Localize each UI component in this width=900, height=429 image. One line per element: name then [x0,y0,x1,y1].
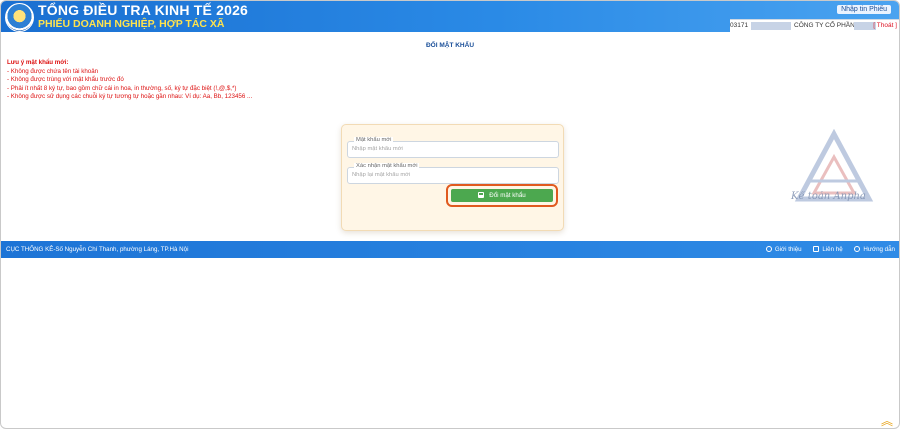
new-password-label: Mật khẩu mới [354,137,394,144]
logout-link[interactable]: [ Thoát ] [873,20,897,32]
change-password-button-label: Đổi mật khẩu [489,192,526,199]
footer-address: CỤC THỐNG KÊ-Số Nguyễn Chí Thanh, phường… [6,246,189,253]
company-name: CÔNG TY CỔ PHẦN [794,22,855,29]
app-window: TỔNG ĐIỀU TRA KINH TẾ 2026 PHIẾU DOANH N… [0,0,900,429]
confirm-password-field: Xác nhận mật khẩu mới [347,163,559,184]
change-password-button[interactable]: Đổi mật khẩu [451,189,553,202]
help-icon [854,246,861,252]
password-rule-item: - Không được sử dụng các chuỗi ký tự tươ… [7,93,253,101]
password-rules: Lưu ý mật khẩu mới: - Không được chứa tê… [7,59,252,102]
new-password-field: Mật khẩu mới [347,137,559,158]
submit-highlight: Đổi mật khẩu [446,184,558,207]
confirm-password-input[interactable] [352,171,548,179]
enter-form-link[interactable]: Nhập tin Phiếu [837,5,891,14]
app-header: TỔNG ĐIỀU TRA KINH TẾ 2026 PHIẾU DOANH N… [1,1,899,32]
password-rule-item: - Phải ít nhất 8 ký tự, bao gồm chữ cái … [7,84,237,92]
census-logo-icon [5,3,34,32]
save-icon [478,192,485,198]
footer-link-guide[interactable]: Hướng dẫn [854,246,895,253]
password-rule-item: - Không được trùng với mật khẩu trước đó [7,76,124,84]
app-footer: CỤC THỐNG KÊ-Số Nguyễn Chí Thanh, phường… [1,241,899,258]
footer-link-contact[interactable]: Liên hệ [813,246,843,253]
footer-link-about-label: Giới thiệu [774,246,802,253]
redacted-id-mask [751,22,791,30]
footer-link-contact-label: Liên hệ [822,246,843,253]
app-title: TỔNG ĐIỀU TRA KINH TẾ 2026 [38,2,249,18]
user-id: 03171 [730,22,749,29]
footer-link-guide-label: Hướng dẫn [863,246,895,253]
password-rules-heading: Lưu ý mật khẩu mới: [7,59,69,66]
page-title: ĐỔI MẬT KHẨU [425,42,475,49]
watermark-text: Kế toán Anpha [791,191,866,202]
info-icon [765,246,772,252]
new-password-input[interactable] [352,145,548,153]
app-subtitle: PHIẾU DOANH NGHIỆP, HỢP TÁC XÃ [38,18,225,30]
confirm-password-label: Xác nhận mật khẩu mới [354,163,420,170]
footer-links: Giới thiệu Liên hệ Hướng dẫn [756,241,895,258]
user-info-bar: 03171 CÔNG TY CỔ PHẦN [ Thoát ] [730,19,899,32]
anpha-watermark-logo-icon [794,129,874,202]
footer-link-about[interactable]: Giới thiệu [765,246,802,253]
password-rule-item: - Không được chứa tên tài khoản [7,67,99,75]
mail-icon [813,246,820,252]
change-password-card: Mật khẩu mới Xác nhận mật khẩu mới Đổi m… [341,124,564,231]
scroll-to-top-icon[interactable]: ︽ [881,415,893,427]
